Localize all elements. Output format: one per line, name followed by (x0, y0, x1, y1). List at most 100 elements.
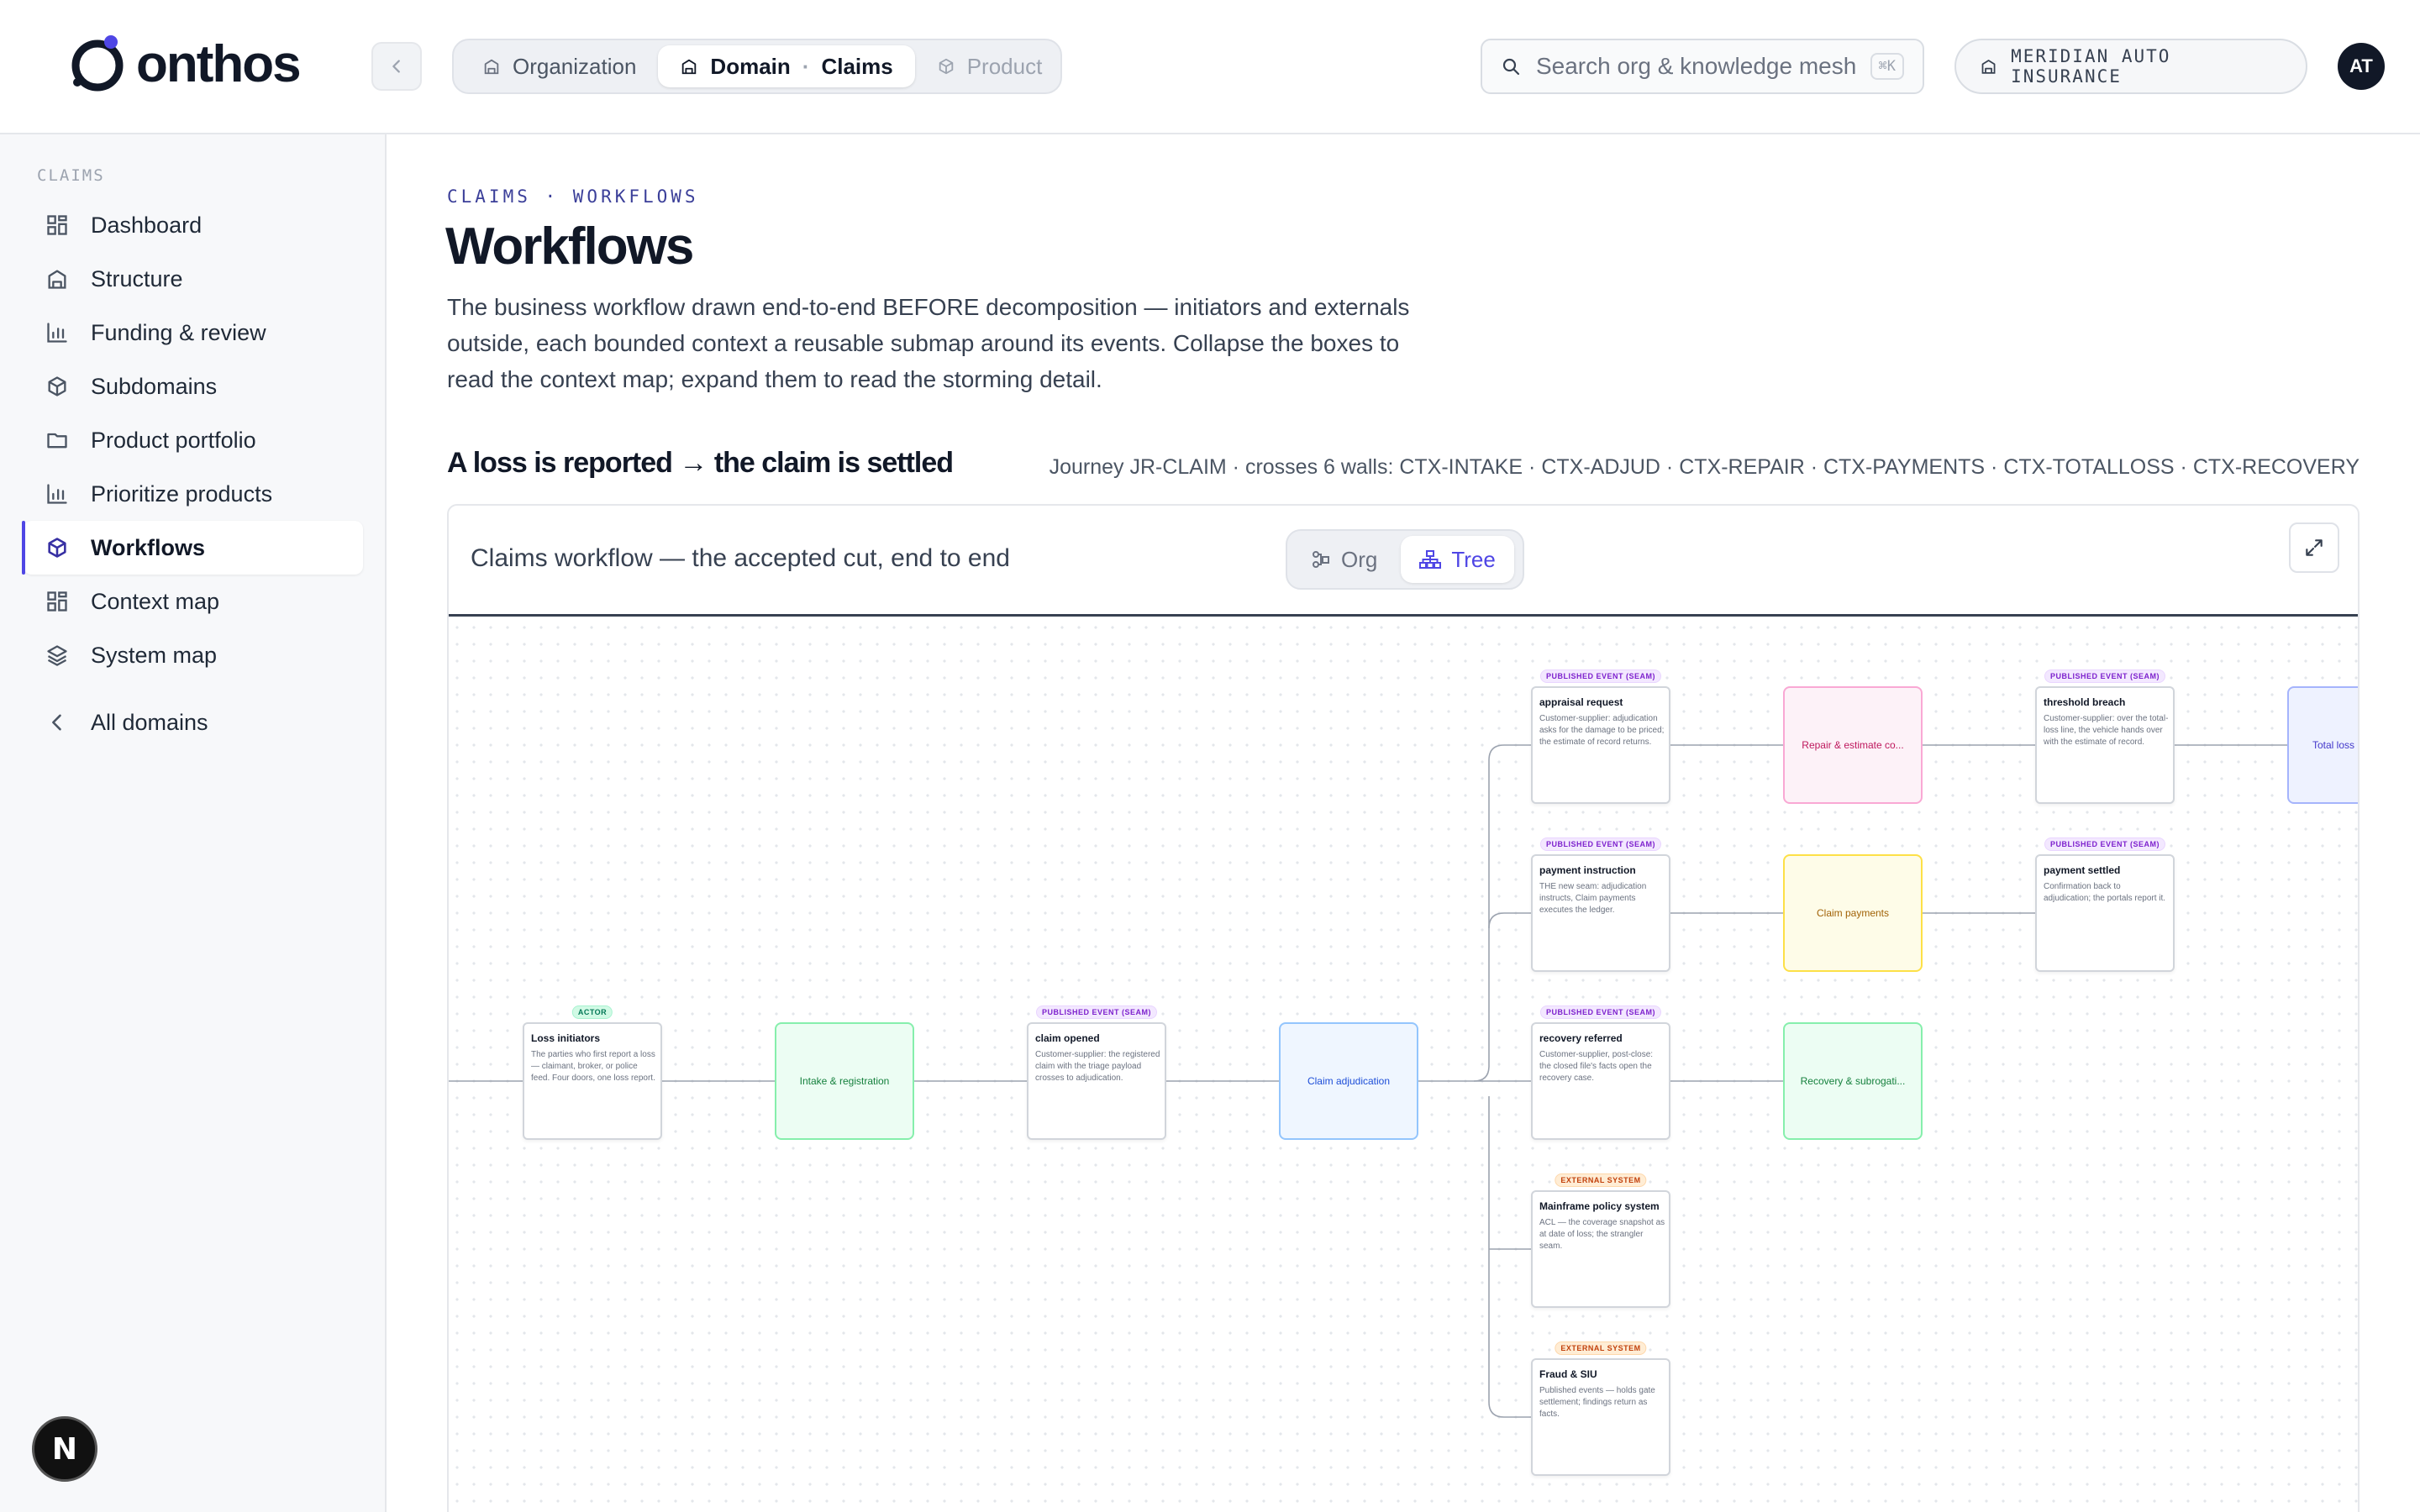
node-description: Customer-supplier: adjudication asks for… (1539, 714, 1665, 747)
workflow-canvas[interactable]: ACTOR Loss initiators The parties who fi… (449, 619, 2358, 1512)
context-intake-registration[interactable]: Intake & registration (775, 1022, 914, 1140)
sidebar-item-label: All domains (91, 709, 208, 735)
global-search[interactable]: ⌘K (1481, 39, 1924, 94)
node-tag: PUBLISHED EVENT (SEAM) (1539, 837, 1662, 851)
sidebar-item-workflows[interactable]: Workflows (22, 521, 363, 575)
node-title: Loss initiators (531, 1032, 601, 1044)
node-tag: EXTERNAL SYSTEM (1555, 1341, 1647, 1355)
sidebar-item-label: Structure (91, 265, 183, 291)
view-toggle-tree-label: Tree (1451, 546, 1496, 572)
bar-chart-icon (47, 484, 67, 504)
node-description: The parties who first report a loss — cl… (531, 1050, 655, 1083)
sidebar-item-label: Subdomains (91, 373, 218, 399)
context-recovery-subrogation[interactable]: Recovery & subrogati... (1783, 1022, 1923, 1140)
sidebar-item-product-portfolio[interactable]: Product portfolio (24, 413, 363, 467)
crumb-domain-value: Claims (821, 53, 893, 79)
node-claim-opened[interactable]: PUBLISHED EVENT (SEAM) claim opened Cust… (1027, 1005, 1166, 1140)
sidebar-nav: Dashboard Structure Funding & review Sub… (22, 198, 363, 749)
workflow-panel-title: Claims workflow — the accepted cut, end … (471, 544, 1010, 572)
page-eyebrow: CLAIMS · WORKFLOWS (447, 186, 699, 207)
sidebar-item-funding-review[interactable]: Funding & review (24, 306, 363, 360)
sidebar-item-label: System map (91, 642, 218, 668)
sidebar-item-subdomains[interactable]: Subdomains (24, 360, 363, 413)
crumb-domain-label: Domain (710, 53, 791, 79)
node-title: Fraud & SIU (1539, 1368, 1597, 1380)
node-tag: PUBLISHED EVENT (SEAM) (1539, 669, 1662, 683)
chevron-left-icon (392, 60, 400, 73)
node-description: Customer-supplier, post-close: the close… (1539, 1050, 1654, 1083)
search-shortcut: ⌘K (1870, 53, 1904, 80)
crumb-organization[interactable]: Organization (460, 45, 658, 87)
user-avatar[interactable]: AT (2338, 43, 2385, 90)
node-description: Customer-supplier: over the total-loss l… (2044, 714, 2169, 747)
view-toggle-tree[interactable]: Tree (1401, 536, 1514, 583)
layers-icon (47, 645, 67, 666)
dev-tools-badge[interactable]: N (32, 1416, 97, 1482)
node-payment-settled[interactable]: PUBLISHED EVENT (SEAM) payment settled C… (2035, 837, 2175, 972)
crumb-separator: · (802, 53, 810, 79)
logo-mark-icon (71, 35, 124, 92)
node-payment-instruction[interactable]: PUBLISHED EVENT (SEAM) payment instructi… (1531, 837, 1670, 972)
node-appraisal-request[interactable]: PUBLISHED EVENT (SEAM) appraisal request… (1531, 669, 1670, 804)
chevron-left-icon (52, 714, 61, 731)
collapse-sidebar-button[interactable] (371, 42, 422, 91)
node-loss-initiators[interactable]: ACTOR Loss initiators The parties who fi… (523, 1005, 662, 1140)
crumb-product[interactable]: Product (915, 45, 1065, 87)
sidebar-item-all-domains[interactable]: All domains (24, 696, 363, 749)
sidebar-item-label: Workflows (91, 534, 206, 560)
node-tag: PUBLISHED EVENT (SEAM) (2044, 837, 2166, 851)
building-icon (48, 270, 66, 289)
view-toggle-org-label: Org (1341, 546, 1378, 572)
context-total-loss[interactable]: Total loss i (2287, 686, 2358, 804)
organization-switcher[interactable]: MERIDIAN AUTO INSURANCE (1954, 39, 2307, 94)
node-threshold-breach[interactable]: PUBLISHED EVENT (SEAM) threshold breach … (2035, 669, 2175, 804)
fullscreen-button[interactable] (2289, 522, 2339, 573)
page-title: Workflows (445, 218, 694, 276)
node-mainframe-policy-system[interactable]: EXTERNAL SYSTEM Mainframe policy system … (1531, 1173, 1670, 1308)
node-title: payment settled (2044, 864, 2121, 876)
top-bar: onthos Organization Domain · Claims Prod… (0, 0, 2420, 134)
building-icon (682, 59, 697, 75)
brand-logo[interactable]: onthos (67, 30, 302, 97)
context-claim-adjudication[interactable]: Claim adjudication (1279, 1022, 1418, 1140)
node-title: appraisal request (1539, 696, 1623, 708)
cube-icon (48, 538, 66, 558)
context-claim-payments[interactable]: Claim payments (1783, 854, 1923, 972)
view-toggle: Org Tree (1286, 529, 1524, 590)
workflow-panel: Claims workflow — the accepted cut, end … (447, 504, 2360, 1512)
main-content: CLAIMS · WORKFLOWS Workflows The busines… (388, 136, 2420, 1512)
node-fraud-siu[interactable]: EXTERNAL SYSTEM Fraud & SIU Published ev… (1531, 1341, 1670, 1476)
crumb-product-label: Product (966, 53, 1043, 79)
node-title: claim opened (1035, 1032, 1100, 1044)
bar-chart-icon (47, 323, 67, 343)
sidebar-item-dashboard[interactable]: Dashboard (24, 198, 363, 252)
node-recovery-referred[interactable]: PUBLISHED EVENT (SEAM) recovery referred… (1531, 1005, 1670, 1140)
node-tag: PUBLISHED EVENT (SEAM) (1539, 1005, 1662, 1019)
sidebar-divider (24, 682, 363, 696)
search-input[interactable] (1535, 53, 1855, 80)
node-description: Published events — holds gate settlement… (1539, 1386, 1655, 1419)
page-description: The business workflow drawn end-to-end B… (447, 294, 1410, 392)
node-title: payment instruction (1539, 864, 1636, 876)
brand-name: onthos (136, 34, 302, 93)
building-icon (1981, 60, 1996, 74)
sidebar: CLAIMS Dashboard Structure Funding & rev… (0, 134, 387, 1512)
workflow-section-title: A loss is reported → the claim is settle… (447, 447, 954, 479)
sidebar-item-context-map[interactable]: Context map (24, 575, 363, 628)
journey-summary: Journey JR-CLAIM · crosses 6 walls: CTX-… (1049, 455, 2360, 479)
org-graph-icon (1313, 551, 1329, 568)
node-description: THE new seam: adjudication instructs, Cl… (1539, 882, 1647, 915)
view-toggle-org[interactable]: Org (1292, 536, 1396, 583)
context-repair-estimate[interactable]: Repair & estimate co... (1783, 686, 1923, 804)
crumb-domain[interactable]: Domain · Claims (658, 45, 915, 87)
scope-breadcrumb: Organization Domain · Claims Product (452, 39, 1062, 94)
sidebar-item-prioritize-products[interactable]: Prioritize products (24, 467, 363, 521)
sidebar-item-structure[interactable]: Structure (24, 252, 363, 306)
sidebar-item-label: Prioritize products (91, 480, 273, 507)
sidebar-item-label: Context map (91, 588, 220, 614)
node-tag: PUBLISHED EVENT (SEAM) (2044, 669, 2166, 683)
cube-icon (939, 58, 953, 75)
tree-icon (1419, 550, 1442, 569)
sidebar-item-label: Dashboard (91, 212, 203, 238)
sidebar-item-system-map[interactable]: System map (24, 628, 363, 682)
